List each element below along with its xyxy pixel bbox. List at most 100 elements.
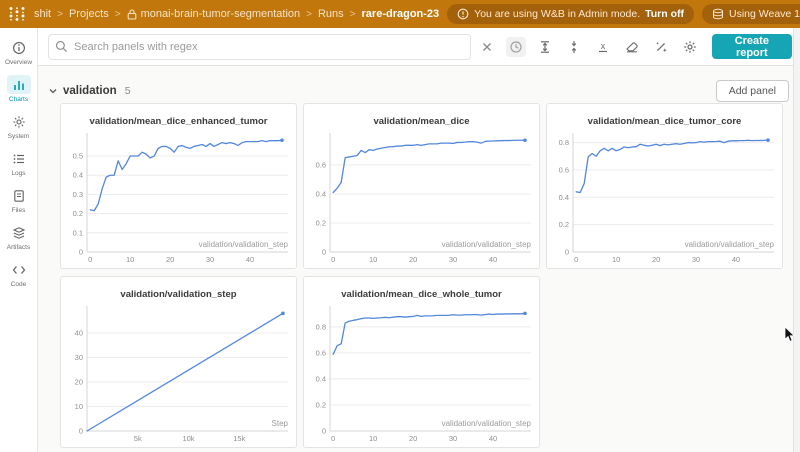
svg-text:30: 30 xyxy=(449,434,457,443)
sidebar-item-files[interactable]: Files xyxy=(0,186,37,214)
panel-search-input[interactable] xyxy=(74,41,464,53)
breadcrumb-runs[interactable]: Runs xyxy=(318,8,344,20)
svg-text:0.1: 0.1 xyxy=(73,228,83,237)
svg-text:10: 10 xyxy=(369,255,377,264)
mouse-cursor xyxy=(784,326,795,343)
chart-panel-mean-dice-enhanced-tumor[interactable]: validation/mean_dice_enhanced_tumor 00.1… xyxy=(60,103,297,269)
breadcrumb-run-name[interactable]: rare-dragon-23 xyxy=(362,8,440,20)
panel-search-box[interactable] xyxy=(48,34,471,60)
sidebar-item-charts[interactable]: Charts xyxy=(0,75,37,103)
chart-panel-mean-dice[interactable]: validation/mean_dice 00.20.40.6010203040… xyxy=(303,103,540,269)
svg-text:20: 20 xyxy=(409,255,417,264)
line-chart: 0102030405k10k15k xyxy=(61,301,296,447)
sidebar-item-artifacts[interactable]: Artifacts xyxy=(0,223,37,251)
breadcrumb-project[interactable]: monai-brain-tumor-segmentation xyxy=(141,8,301,20)
svg-text:0: 0 xyxy=(574,255,578,264)
svg-text:0: 0 xyxy=(331,434,335,443)
svg-text:0.6: 0.6 xyxy=(559,165,569,174)
sidebar-item-label: Artifacts xyxy=(7,244,30,251)
sidebar-item-logs[interactable]: Logs xyxy=(0,149,37,177)
svg-text:0: 0 xyxy=(331,255,335,264)
svg-text:0.4: 0.4 xyxy=(316,189,326,198)
admin-mode-banner[interactable]: You are using W&B in Admin mode. Turn of… xyxy=(447,4,694,24)
add-panel-button[interactable]: Add panel xyxy=(716,80,789,102)
sparkle-magic-icon[interactable] xyxy=(651,37,671,57)
x-axis-label: validation/validation_step xyxy=(685,240,774,249)
wandb-logo-icon[interactable] xyxy=(8,6,26,22)
svg-text:0.3: 0.3 xyxy=(73,190,83,199)
x-axis-label: validation/validation_step xyxy=(442,240,531,249)
svg-text:0.2: 0.2 xyxy=(559,220,569,229)
svg-text:0: 0 xyxy=(565,248,569,257)
chart-panel-validation-step[interactable]: validation/validation_step 0102030405k10… xyxy=(60,276,297,448)
panel-layout-icon[interactable] xyxy=(622,37,642,57)
breadcrumb: shit > Projects > monai-brain-tumor-segm… xyxy=(34,8,439,20)
settings-gear-icon[interactable] xyxy=(680,37,700,57)
svg-text:0.2: 0.2 xyxy=(316,400,326,409)
chart-title: validation/mean_dice_whole_tumor xyxy=(304,277,539,301)
list-icon xyxy=(7,149,31,168)
panel-grid-row: validation/mean_dice_enhanced_tumor 00.1… xyxy=(60,103,783,269)
x-axis-label: Step xyxy=(272,419,288,428)
weave-banner[interactable]: Using Weave 1.0 Turn off xyxy=(702,4,800,24)
x-axis-settings-icon[interactable]: x xyxy=(593,37,613,57)
breadcrumb-separator: > xyxy=(115,9,121,20)
breadcrumb-user[interactable]: shit xyxy=(34,8,51,20)
svg-text:x: x xyxy=(600,41,605,51)
svg-text:0.4: 0.4 xyxy=(73,171,83,180)
create-report-button[interactable]: Create report xyxy=(712,34,792,59)
chart-title: validation/validation_step xyxy=(61,277,296,301)
sidebar-item-label: System xyxy=(8,133,30,140)
breadcrumb-separator: > xyxy=(306,9,312,20)
section-title[interactable]: validation xyxy=(63,85,117,97)
svg-text:0.4: 0.4 xyxy=(316,374,326,383)
svg-text:40: 40 xyxy=(489,255,497,264)
svg-text:30: 30 xyxy=(75,353,83,362)
x-axis-label: validation/validation_step xyxy=(199,240,288,249)
x-axis-label: validation/validation_step xyxy=(442,419,531,428)
svg-text:0.4: 0.4 xyxy=(559,193,569,202)
sidebar-item-code[interactable]: Code xyxy=(0,260,37,288)
svg-text:40: 40 xyxy=(246,255,254,264)
svg-text:0.8: 0.8 xyxy=(559,138,569,147)
code-icon xyxy=(7,260,31,279)
search-icon xyxy=(55,40,68,53)
svg-text:20: 20 xyxy=(75,377,83,386)
expand-panels-icon[interactable] xyxy=(535,37,555,57)
scrollbar-track[interactable] xyxy=(793,28,800,452)
sidebar-item-label: Code xyxy=(11,281,27,288)
history-clock-icon[interactable] xyxy=(506,37,526,57)
panels-toolbar: x Create report xyxy=(38,28,800,66)
charts-workspace: validation 5 Add panel validation/mean_d… xyxy=(38,66,793,452)
breadcrumb-projects[interactable]: Projects xyxy=(69,8,109,20)
svg-text:40: 40 xyxy=(732,255,740,264)
svg-text:0.8: 0.8 xyxy=(316,322,326,331)
clear-search-icon[interactable] xyxy=(477,37,497,57)
file-icon xyxy=(7,186,31,205)
chevron-down-icon[interactable] xyxy=(48,86,58,96)
info-icon xyxy=(7,38,31,57)
svg-text:0.6: 0.6 xyxy=(316,160,326,169)
sidebar-item-system[interactable]: System xyxy=(0,112,37,140)
layers-icon xyxy=(7,223,31,242)
chart-panel-mean-dice-whole-tumor[interactable]: validation/mean_dice_whole_tumor 0 0.2 0.4… xyxy=(303,276,540,448)
svg-text:30: 30 xyxy=(449,255,457,264)
sidebar-item-label: Logs xyxy=(11,170,25,177)
sidebar-item-label: Charts xyxy=(9,96,28,103)
svg-text:40: 40 xyxy=(75,328,83,337)
breadcrumb-separator: > xyxy=(57,9,63,20)
admin-turn-off-button[interactable]: Turn off xyxy=(645,8,684,20)
sidebar-item-overview[interactable]: Overview xyxy=(0,38,37,66)
chart-panel-mean-dice-tumor-core[interactable]: validation/mean_dice_tumor_core 00.20.40… xyxy=(546,103,783,269)
weave-banner-text: Using Weave 1.0 xyxy=(729,8,800,20)
svg-text:30: 30 xyxy=(692,255,700,264)
svg-text:0: 0 xyxy=(79,248,83,257)
chart-title: validation/mean_dice xyxy=(304,104,539,128)
svg-text:10: 10 xyxy=(369,434,377,443)
gear-icon xyxy=(7,112,31,131)
collapse-panels-icon[interactable] xyxy=(564,37,584,57)
svg-text:10k: 10k xyxy=(182,434,194,443)
admin-banner-text: You are using W&B in Admin mode. xyxy=(474,8,640,20)
svg-text:5k: 5k xyxy=(134,434,142,443)
toolbar-icon-group: x xyxy=(477,37,700,57)
